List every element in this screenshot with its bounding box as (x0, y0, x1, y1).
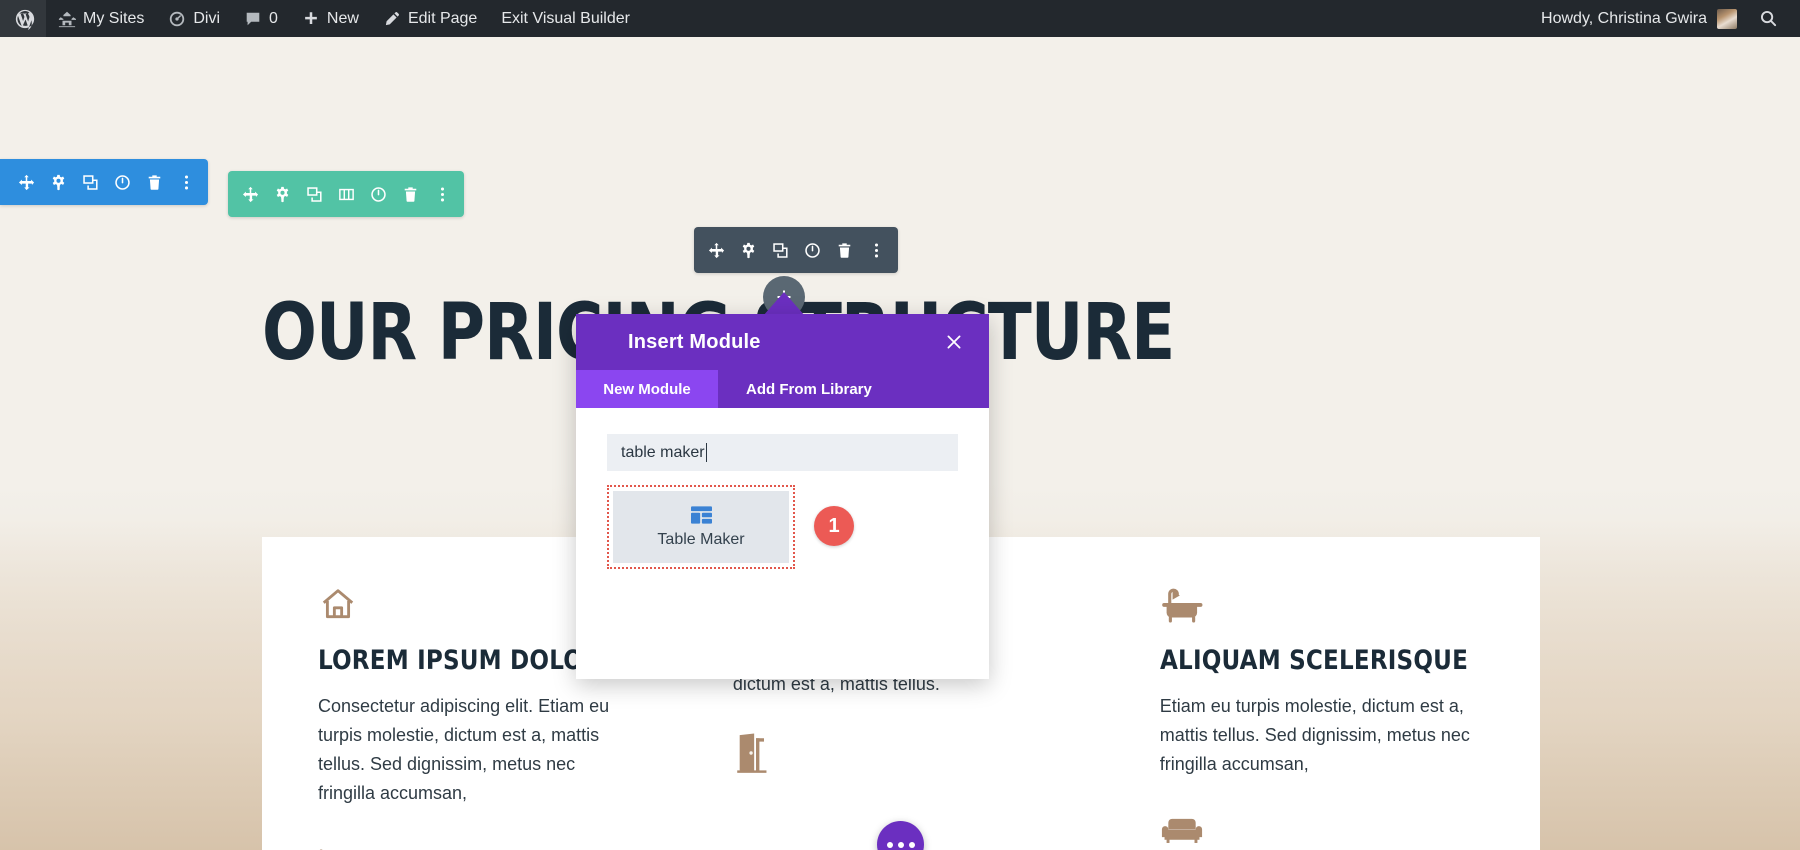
sofa-icon (1160, 813, 1484, 850)
tab-add-from-library-label: Add From Library (746, 380, 872, 398)
text-cursor (705, 443, 707, 462)
tab-new-module[interactable]: New Module (576, 370, 718, 408)
trash-icon[interactable] (138, 159, 170, 205)
modal-body: table maker Table Maker 1 (576, 408, 989, 679)
adminbar-wordpress-logo[interactable] (0, 0, 46, 37)
modal-header: Insert Module (576, 314, 989, 370)
insert-module-modal: Insert Module New Module Add From Librar… (576, 314, 989, 679)
tab-new-module-label: New Module (603, 380, 691, 398)
trash-icon[interactable] (828, 227, 860, 273)
module-toolbar[interactable] (694, 227, 898, 273)
modal-title: Insert Module (628, 330, 761, 353)
module-card-table-maker[interactable]: Table Maker (613, 491, 789, 563)
duplicate-icon[interactable] (298, 171, 330, 217)
adminbar-exit-visual-builder[interactable]: Exit Visual Builder (489, 0, 642, 37)
adminbar-edit-page-label: Edit Page (407, 9, 478, 27)
adminbar-howdy-label: Howdy, Christina Gwira (1541, 9, 1707, 27)
adminbar-account-menu[interactable]: Howdy, Christina Gwira (1529, 0, 1749, 37)
row-toolbar[interactable] (228, 171, 464, 217)
power-icon[interactable] (796, 227, 828, 273)
page-canvas: OUR PRICING STRUCTURE LOREM IPSUM DOLOR … (0, 37, 1800, 850)
move-icon[interactable] (234, 171, 266, 217)
bathtub-icon (1160, 585, 1484, 627)
close-icon[interactable] (941, 329, 967, 355)
adminbar-comments-count: 0 (269, 9, 278, 27)
modal-tabs: New Module Add From Library (576, 370, 989, 408)
feature-title-1: LOREM IPSUM DOLOR (318, 645, 601, 676)
gear-icon[interactable] (266, 171, 298, 217)
search-icon (1759, 9, 1778, 28)
columns-icon[interactable] (330, 171, 362, 217)
comment-bubble-icon (244, 10, 262, 28)
step-badge-1: 1 (814, 506, 854, 546)
bed-icon (318, 843, 627, 850)
more-options-icon[interactable] (860, 227, 892, 273)
my-sites-icon (58, 10, 76, 28)
trash-icon[interactable] (394, 171, 426, 217)
wp-admin-bar: My Sites Divi 0 New Edit Page Exit Visua… (0, 0, 1800, 37)
move-icon[interactable] (10, 159, 42, 205)
adminbar-edit-page[interactable]: Edit Page (371, 0, 489, 37)
adminbar-exit-visual-builder-label: Exit Visual Builder (501, 9, 630, 27)
ellipsis-icon (886, 841, 915, 848)
door-icon (733, 733, 1048, 775)
adminbar-divi-label: Divi (193, 9, 221, 27)
power-icon[interactable] (362, 171, 394, 217)
avatar (1717, 8, 1737, 29)
gear-icon[interactable] (42, 159, 74, 205)
admin-bar-right-group: Howdy, Christina Gwira (1529, 0, 1800, 37)
duplicate-icon[interactable] (764, 227, 796, 273)
power-icon[interactable] (106, 159, 138, 205)
adminbar-new-label: New (326, 9, 359, 27)
adminbar-my-sites-label: My Sites (83, 9, 145, 27)
tab-add-from-library[interactable]: Add From Library (718, 370, 989, 408)
feature-cell-3: ALIQUAM SCELERISQUE Etiam eu turpis mole… (1104, 585, 1540, 850)
search-input[interactable]: table maker (607, 434, 958, 471)
module-search-wrapper: table maker (607, 434, 958, 471)
more-options-icon[interactable] (170, 159, 202, 205)
admin-bar-left-group: My Sites Divi 0 New Edit Page Exit Visua… (0, 0, 642, 37)
adminbar-my-sites[interactable]: My Sites (46, 0, 156, 37)
divi-speedometer-icon (168, 10, 186, 28)
plus-icon (302, 10, 320, 28)
pencil-icon (383, 10, 401, 28)
more-options-icon[interactable] (426, 171, 458, 217)
module-card-label: Table Maker (657, 530, 745, 548)
duplicate-icon[interactable] (74, 159, 106, 205)
feature-body-1: Consectetur adipiscing elit. Etiam eu tu… (318, 696, 610, 804)
module-results-list: Table Maker 1 (607, 485, 958, 569)
wordpress-logo-icon (14, 8, 36, 30)
modal-pointer-arrow (763, 292, 805, 316)
adminbar-divi[interactable]: Divi (156, 0, 232, 37)
highlight-outline: Table Maker (607, 485, 795, 569)
search-input-value: table maker (621, 443, 705, 461)
gear-icon[interactable] (732, 227, 764, 273)
adminbar-comments[interactable]: 0 (232, 0, 290, 37)
section-toolbar[interactable] (0, 159, 208, 205)
feature-title-3: ALIQUAM SCELERISQUE (1159, 645, 1468, 676)
move-icon[interactable] (700, 227, 732, 273)
adminbar-new[interactable]: New (290, 0, 371, 37)
feature-body-3: Etiam eu turpis molestie, dictum est a, … (1159, 696, 1470, 775)
adminbar-search-button[interactable] (1749, 0, 1794, 37)
table-grid-icon (690, 505, 712, 524)
